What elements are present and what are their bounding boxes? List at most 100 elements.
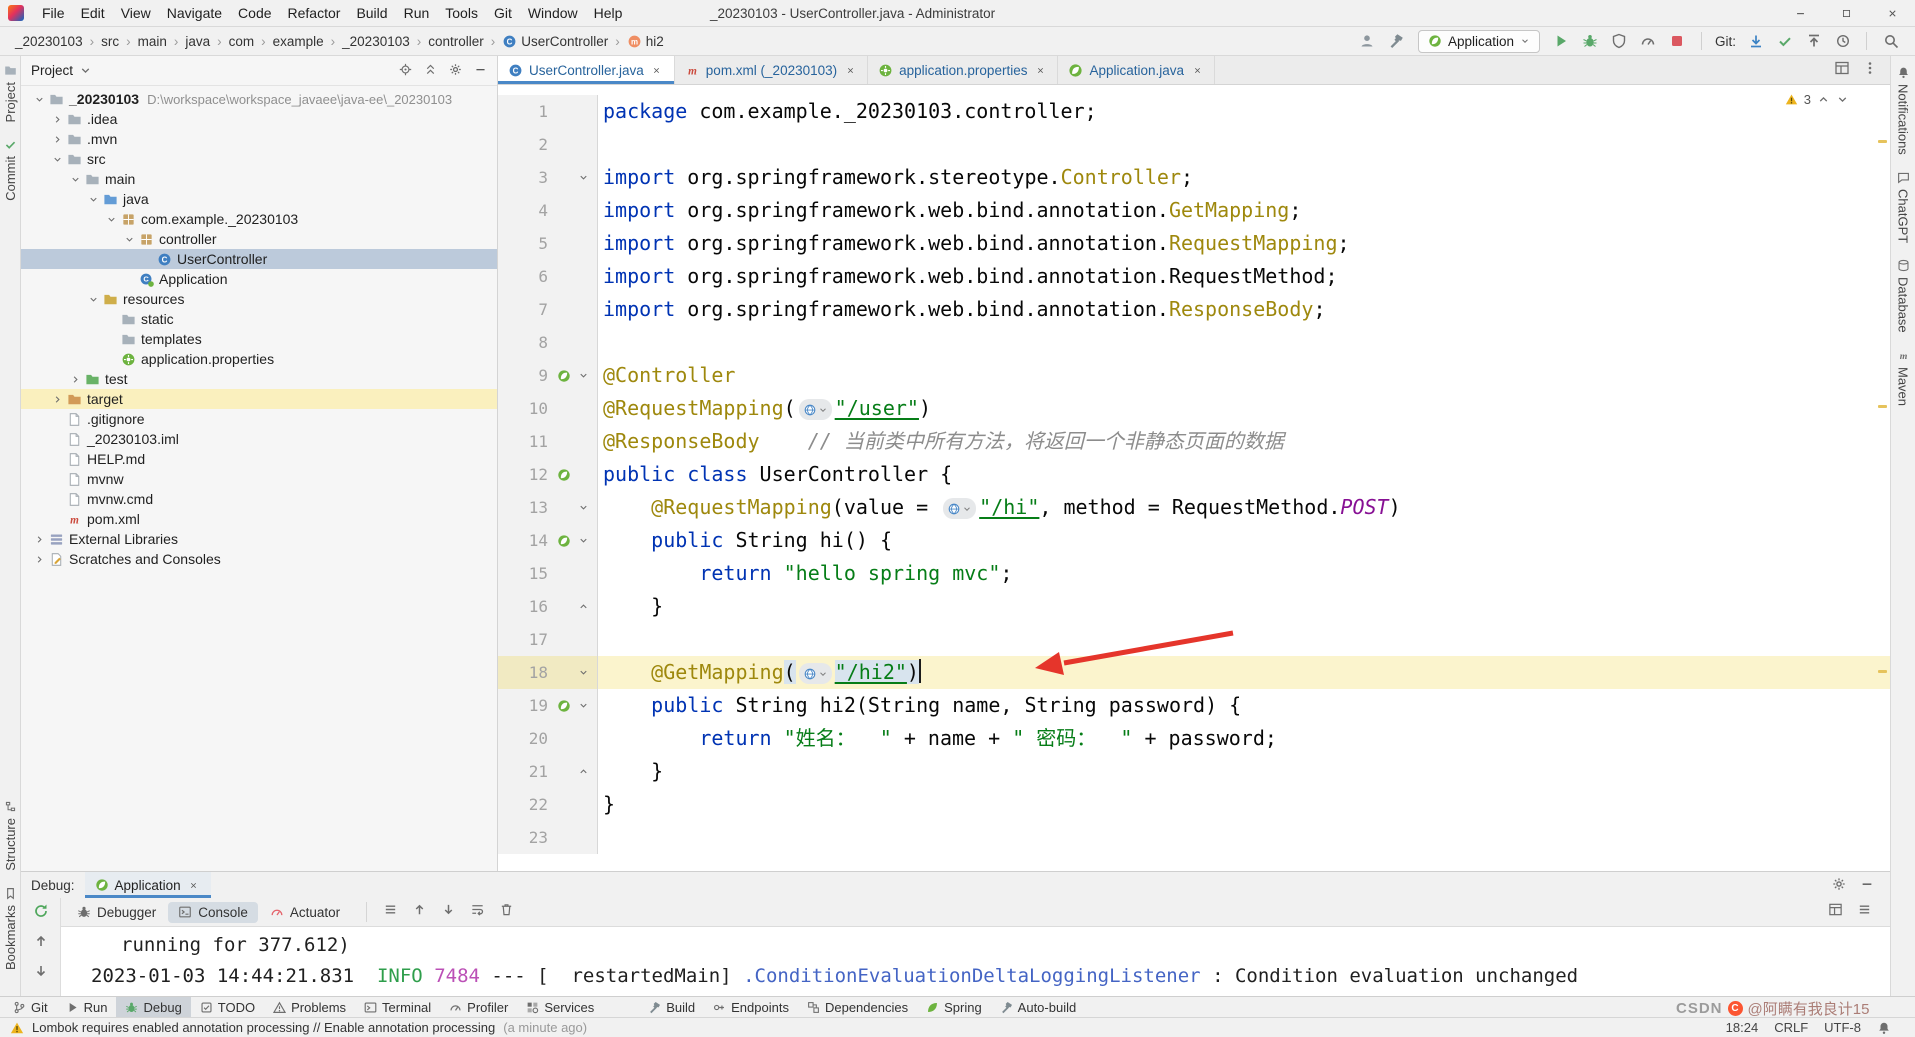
minimize-button[interactable] [1777, 0, 1823, 27]
frame-down-button[interactable] [33, 963, 49, 984]
breadcrumb-com[interactable]: com [226, 33, 258, 50]
collapse-all-button[interactable] [424, 63, 437, 79]
run-with-coverage-button[interactable] [1607, 29, 1632, 53]
encoding-widget[interactable]: UTF-8 [1824, 1020, 1861, 1035]
menu-refactor[interactable]: Refactor [280, 0, 349, 27]
toolwindow-button-endpoints[interactable]: Endpoints [704, 997, 798, 1018]
rerun-button[interactable] [33, 903, 49, 924]
code-text[interactable]: @Controller [598, 359, 735, 392]
tree-chevron-icon[interactable] [85, 291, 102, 307]
tree-chevron-icon[interactable] [49, 151, 66, 167]
tree-item-main[interactable]: main [21, 169, 497, 189]
run-config-selector[interactable]: Application [1418, 30, 1540, 53]
tree-chevron-icon[interactable] [121, 231, 138, 247]
tree-item-mvnw-cmd[interactable]: mvnw.cmd [21, 489, 497, 509]
tree-chevron-icon[interactable] [49, 391, 66, 407]
tree-item-templates[interactable]: templates [21, 329, 497, 349]
code-text[interactable] [598, 623, 603, 656]
menu-code[interactable]: Code [230, 0, 279, 27]
console-layout-button[interactable] [1828, 902, 1843, 922]
code-text[interactable]: public class UserController { [598, 458, 952, 491]
fold-marker-icon[interactable] [575, 172, 591, 183]
status-message[interactable]: Lombok requires enabled annotation proce… [32, 1020, 495, 1035]
tool-stripe-project[interactable]: Project [3, 64, 18, 122]
close-session-icon[interactable] [187, 878, 201, 892]
build-project-button[interactable] [1384, 29, 1409, 53]
toolwindow-button-problems[interactable]: Problems [264, 997, 355, 1018]
tree-item--idea[interactable]: .idea [21, 109, 497, 129]
menu-build[interactable]: Build [348, 0, 395, 27]
toolwindow-button-dependencies[interactable]: Dependencies [798, 997, 917, 1018]
stop-button[interactable] [1665, 29, 1690, 53]
menu-file[interactable]: File [34, 0, 73, 27]
tree-item--20230103-iml[interactable]: _20230103.iml [21, 429, 497, 449]
breadcrumb-java[interactable]: java [182, 33, 213, 50]
code-text[interactable]: } [598, 590, 663, 623]
tree-chevron-icon[interactable] [31, 551, 48, 567]
code-text[interactable]: public String hi() { [598, 524, 892, 557]
scroll-to-top-button[interactable] [412, 902, 427, 922]
menu-view[interactable]: View [113, 0, 159, 27]
tree-item-mvnw[interactable]: mvnw [21, 469, 497, 489]
breadcrumb-example[interactable]: example [270, 33, 327, 50]
spring-bean-gutter-icon[interactable] [553, 468, 575, 482]
fold-marker-icon[interactable] [575, 601, 591, 612]
spring-bean-gutter-icon[interactable] [553, 369, 575, 383]
inspections-widget[interactable]: 3 [1778, 90, 1856, 109]
close-tab-icon[interactable] [843, 63, 857, 77]
debug-button[interactable] [1578, 29, 1603, 53]
breadcrumb-src[interactable]: src [98, 33, 122, 50]
tree-chevron-icon[interactable] [67, 171, 84, 187]
tree-item-test[interactable]: test [21, 369, 497, 389]
line-separator-widget[interactable]: CRLF [1774, 1020, 1808, 1035]
search-everywhere-button[interactable] [1878, 29, 1903, 53]
toolwindow-button-auto-build[interactable]: Auto-build [991, 997, 1086, 1018]
code-text[interactable]: package com.example._20230103.controller… [598, 95, 1097, 128]
toolwindow-button-terminal[interactable]: Terminal [355, 997, 440, 1018]
console-menu-button[interactable] [383, 902, 398, 922]
git-push-button[interactable] [1801, 29, 1826, 53]
tool-stripe-bookmarks[interactable]: Bookmarks [3, 887, 18, 970]
frame-up-button[interactable] [33, 933, 49, 954]
tree-item-application[interactable]: CApplication [21, 269, 497, 289]
menu-edit[interactable]: Edit [73, 0, 113, 27]
debug-tab-console[interactable]: Console [168, 902, 258, 923]
breadcrumb-main[interactable]: main [135, 33, 170, 50]
tree-chevron-icon[interactable] [49, 131, 66, 147]
code-text[interactable]: import org.springframework.web.bind.anno… [598, 260, 1338, 293]
tree-item-pom-xml[interactable]: mpom.xml [21, 509, 497, 529]
caret-position-widget[interactable]: 18:24 [1726, 1020, 1759, 1035]
toolwindow-button-services[interactable]: Services [517, 997, 603, 1018]
debug-tab-actuator[interactable]: Actuator [260, 902, 350, 923]
toolwindow-button-debug[interactable]: Debug [116, 997, 190, 1018]
editor-layout-button[interactable] [1834, 60, 1850, 81]
tool-stripe-chatgpt[interactable]: ChatGPT [1896, 171, 1911, 243]
code-text[interactable]: @GetMapping("/hi2") [598, 656, 921, 689]
close-tab-icon[interactable] [650, 63, 664, 77]
git-update-button[interactable] [1743, 29, 1768, 53]
toolwindow-button-git[interactable]: Git [4, 997, 57, 1018]
editor-tab-usercontroller-java[interactable]: CUserController.java [498, 56, 675, 84]
maximize-button[interactable] [1823, 0, 1869, 27]
toolwindow-button-build[interactable]: Build [639, 997, 704, 1018]
tree-item-src[interactable]: src [21, 149, 497, 169]
tree-item-application-properties[interactable]: application.properties [21, 349, 497, 369]
close-button[interactable] [1869, 0, 1915, 27]
editor-tab-application-java[interactable]: Application.java [1058, 56, 1215, 84]
tree-item-java[interactable]: java [21, 189, 497, 209]
fold-marker-icon[interactable] [575, 700, 591, 711]
code-text[interactable]: return "hello spring mvc"; [598, 557, 1012, 590]
clear-console-button[interactable] [499, 902, 514, 922]
code-text[interactable]: return "姓名： " + name + " 密码： " + passwor… [598, 722, 1277, 755]
menu-git[interactable]: Git [486, 0, 520, 27]
toolwindow-button-profiler[interactable]: Profiler [440, 997, 517, 1018]
tool-stripe-database[interactable]: Database [1896, 259, 1911, 333]
profile-app-button[interactable] [1636, 29, 1661, 53]
tree-item--20230103[interactable]: _20230103D:\workspace\workspace_javaee\j… [21, 89, 497, 109]
git-history-button[interactable] [1830, 29, 1855, 53]
tree-chevron-icon[interactable] [103, 211, 120, 227]
toolwindow-button-run[interactable]: Run [57, 997, 117, 1018]
menu-window[interactable]: Window [520, 0, 586, 27]
console-options-button[interactable] [1857, 902, 1872, 922]
code-text[interactable] [598, 821, 603, 854]
